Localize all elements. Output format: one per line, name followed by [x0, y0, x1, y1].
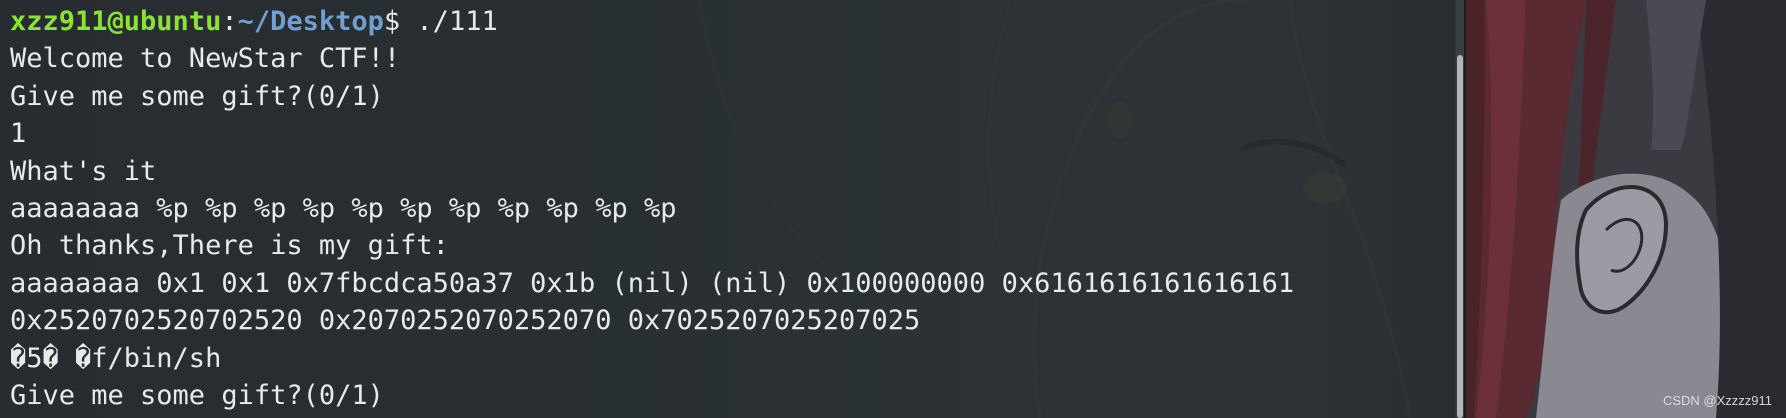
- scrollbar-thumb[interactable]: [1457, 55, 1463, 418]
- input-line: 1: [10, 118, 27, 150]
- wallpaper-character-art: [1466, 0, 1786, 418]
- desktop-screen: xzz911@ubuntu:~/Desktop$ ./111 Welcome t…: [0, 0, 1786, 418]
- terminal-scrollbar[interactable]: [1456, 0, 1464, 418]
- terminal-window[interactable]: xzz911@ubuntu:~/Desktop$ ./111 Welcome t…: [0, 0, 1455, 418]
- output-line: 0x2520702520702520 0x2070252070252070 0x…: [10, 305, 921, 337]
- prompt-symbol: $: [383, 6, 401, 37]
- output-line: �5� �f/bin/sh: [10, 342, 222, 374]
- output-line: Oh thanks,There is my gift:: [10, 230, 449, 262]
- output-line: Welcome to NewStar CTF!!: [10, 43, 401, 75]
- prompt-user-host: xzz911@ubuntu: [10, 6, 222, 37]
- input-line: aaaaaaaa %p %p %p %p %p %p %p %p %p %p %…: [10, 192, 677, 224]
- prompt-colon: :: [221, 6, 238, 37]
- output-line: Give me some gift?(0/1): [10, 379, 384, 411]
- prompt-line: xzz911@ubuntu:~/Desktop$ ./111: [10, 3, 1455, 40]
- output-line: aaaaaaaa 0x1 0x1 0x7fbcdca50a37 0x1b (ni…: [10, 267, 1295, 299]
- prompt-path: ~/Desktop: [237, 6, 384, 37]
- watermark-text: CSDN @Xzzzz911: [1662, 393, 1772, 408]
- output-line: Give me some gift?(0/1): [10, 80, 384, 112]
- prompt-command: ./111: [400, 6, 498, 37]
- output-line: What's it: [10, 155, 157, 187]
